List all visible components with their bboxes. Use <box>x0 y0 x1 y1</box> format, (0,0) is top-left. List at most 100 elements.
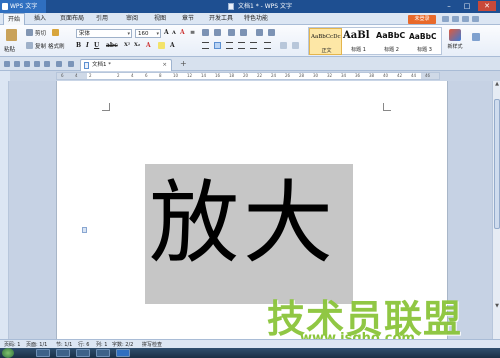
new-document-icon[interactable] <box>4 61 10 67</box>
cut-label[interactable]: 剪切 <box>35 29 46 37</box>
scroll-up-icon[interactable]: ▲ <box>493 81 500 88</box>
line-spacing-icon[interactable] <box>264 42 271 49</box>
sort-icon[interactable] <box>256 29 263 36</box>
ruler-tick-label: 20 <box>243 73 249 78</box>
taskbar-wps-item[interactable] <box>116 349 130 357</box>
vertical-scrollbar[interactable]: ▲ ▼ <box>492 81 500 339</box>
style-heading-3[interactable]: AaBbC 标题 3 <box>408 28 441 55</box>
numbering-icon[interactable] <box>214 29 221 36</box>
help-icon[interactable] <box>452 16 459 22</box>
font-color-icon[interactable]: A <box>146 42 151 49</box>
tab-page-layout[interactable]: 页面布局 <box>56 13 88 25</box>
ruler-tick-label: 6 <box>145 73 148 78</box>
format-painter-label[interactable]: 格式刷 <box>48 42 65 50</box>
redo-icon[interactable] <box>68 61 74 67</box>
scroll-thumb[interactable] <box>494 99 500 229</box>
document-icon <box>84 62 89 69</box>
tab-section[interactable]: 章节 <box>178 13 198 25</box>
distribute-icon[interactable] <box>250 42 257 49</box>
taskbar-item[interactable] <box>96 349 110 357</box>
vertical-ruler <box>0 81 9 339</box>
superscript-icon[interactable]: X² <box>124 42 130 48</box>
skin-icon[interactable] <box>442 16 449 22</box>
app-menu-button[interactable]: WPS 文字 <box>0 0 46 13</box>
collapse-ribbon-icon[interactable] <box>462 16 469 22</box>
horizontal-ruler[interactable]: 6 4 2 2 4 6 8 10 12 14 16 18 20 22 24 26 28 30 32 34 36 38 40 4… <box>56 72 440 80</box>
bullets-icon[interactable] <box>202 29 209 36</box>
ruler-tick-label: 18 <box>229 73 235 78</box>
show-marks-icon[interactable] <box>268 29 275 36</box>
menu-right-icons <box>442 16 482 24</box>
shading-icon[interactable] <box>292 42 299 49</box>
login-status-button[interactable]: 未登录 <box>408 15 436 24</box>
change-case-icon[interactable]: ≡ <box>190 29 195 36</box>
grow-font-icon[interactable]: A <box>164 29 169 36</box>
minimize-button[interactable]: – <box>440 1 458 11</box>
increase-indent-icon[interactable] <box>240 29 247 36</box>
font-size-select[interactable]: 160 ▾ <box>135 29 161 38</box>
tab-references[interactable]: 引用 <box>92 13 112 25</box>
document-text[interactable]: 放大 <box>149 164 337 284</box>
decrease-indent-icon[interactable] <box>228 29 235 36</box>
subscript-icon[interactable]: X₂ <box>134 42 140 48</box>
char-shading-icon[interactable]: A <box>170 42 175 49</box>
taskbar-item[interactable] <box>36 349 50 357</box>
tab-home[interactable]: 开始 <box>3 13 26 25</box>
open-icon[interactable] <box>14 61 20 67</box>
italic-icon[interactable]: I <box>86 42 89 49</box>
tab-insert[interactable]: 插入 <box>30 13 50 25</box>
undo-icon[interactable] <box>56 61 62 67</box>
align-center-icon[interactable] <box>214 42 221 49</box>
align-left-icon[interactable] <box>202 42 209 49</box>
spell-check-toggle[interactable]: 拼写检查 <box>142 341 162 348</box>
tab-review[interactable]: 审阅 <box>122 13 142 25</box>
tab-view[interactable]: 视图 <box>150 13 170 25</box>
clear-format-icon[interactable]: A <box>180 29 185 36</box>
document-icon <box>228 3 234 10</box>
strikethrough-icon[interactable]: abc <box>106 42 118 49</box>
taskbar-item[interactable] <box>76 349 90 357</box>
tab-developer[interactable]: 开发工具 <box>205 13 237 25</box>
close-tab-icon[interactable]: × <box>162 60 167 71</box>
maximize-button[interactable]: □ <box>458 1 476 11</box>
print-preview-icon[interactable] <box>44 61 50 67</box>
new-tab-button[interactable]: + <box>180 59 187 68</box>
underline-icon[interactable]: U <box>94 42 99 49</box>
justify-icon[interactable] <box>238 42 245 49</box>
format-painter-brush-icon[interactable] <box>52 29 59 36</box>
tab-special-features[interactable]: 特色功能 <box>240 13 272 25</box>
align-right-icon[interactable] <box>226 42 233 49</box>
new-style-button[interactable]: 新样式 <box>444 29 466 53</box>
ruler-tick-label: 8 <box>159 73 162 78</box>
margin-corner-mark <box>102 103 110 111</box>
font-name-select[interactable]: 宋体 ▾ <box>76 29 132 38</box>
text-tools-icon[interactable] <box>472 33 480 41</box>
status-word-count[interactable]: 字数: 2/2 <box>112 341 133 348</box>
style-heading-1[interactable]: AaBl 标题 1 <box>342 28 375 55</box>
style-normal[interactable]: AaBbCcDc 正文 <box>309 28 342 55</box>
style-name: 标题 1 <box>351 47 366 53</box>
ruler-toggle[interactable] <box>0 71 10 81</box>
bold-icon[interactable]: B <box>76 42 81 49</box>
ribbon-toolbar: 粘贴 剪切 复制 格式刷 宋体 ▾ 160 ▾ A A A ≡ B I U abc … <box>0 25 500 57</box>
paste-icon[interactable] <box>6 29 17 41</box>
cut-icon[interactable] <box>26 29 33 36</box>
app-name: WPS 文字 <box>10 3 38 10</box>
borders-icon[interactable] <box>280 42 287 49</box>
close-button[interactable]: ✕ <box>478 1 496 11</box>
start-button-icon[interactable] <box>2 348 14 358</box>
taskbar-item[interactable] <box>56 349 70 357</box>
copy-icon[interactable] <box>26 42 33 49</box>
scroll-down-icon[interactable]: ▼ <box>493 303 500 310</box>
shrink-font-icon[interactable]: A <box>172 30 176 36</box>
highlight-icon[interactable] <box>158 42 165 49</box>
style-sample: AaBbCcDc <box>311 34 341 40</box>
copy-label[interactable]: 复制 <box>35 42 46 50</box>
save-icon[interactable] <box>24 61 30 67</box>
paste-label[interactable]: 粘贴 <box>4 45 15 53</box>
settings-icon[interactable] <box>472 16 479 22</box>
print-icon[interactable] <box>34 61 40 67</box>
paragraph-options-icon[interactable] <box>82 227 87 233</box>
style-heading-2[interactable]: AaBbC 标题 2 <box>375 28 408 55</box>
tab-document-1[interactable]: 文档1 * × <box>80 59 172 71</box>
